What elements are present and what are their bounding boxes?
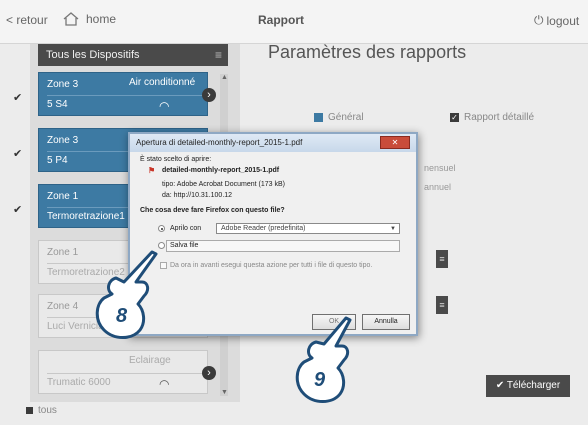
callout-hand-9: 9 bbox=[295, 316, 352, 403]
date-picker-button[interactable]: ≡ bbox=[436, 296, 448, 314]
dialog-title: Apertura di detailed-monthly-report_2015… bbox=[136, 138, 303, 147]
zone-name: Zone 4 bbox=[47, 301, 79, 312]
top-bar: < retour home Rapport ⏻ logout bbox=[0, 0, 588, 44]
menu-icon: ≡ bbox=[214, 48, 222, 62]
detail-label: Rapport détaillé bbox=[464, 112, 535, 123]
zone-device: Trumatic 6000 bbox=[47, 377, 111, 388]
power-icon: ⏻ bbox=[534, 13, 544, 27]
back-button[interactable]: < retour bbox=[6, 13, 48, 27]
check-icon: ✔ bbox=[13, 92, 23, 104]
device-selector[interactable]: Tous les Dispositifs ≡ bbox=[38, 44, 228, 66]
logout-label: logout bbox=[546, 13, 580, 28]
tous-label: tous bbox=[38, 405, 57, 416]
detail-checkbox[interactable]: ✓ bbox=[450, 113, 459, 122]
date-picker-button[interactable]: ≡ bbox=[436, 250, 448, 268]
home-button[interactable]: home bbox=[62, 11, 116, 27]
zone-name: Zone 1 bbox=[47, 191, 79, 202]
zone-category: Eclairage bbox=[129, 355, 171, 366]
zone-divider bbox=[47, 373, 207, 374]
check-icon: ✔ bbox=[13, 204, 23, 216]
scroll-down-icon[interactable]: ▼ bbox=[221, 389, 228, 396]
zone-device: 5 P4 bbox=[47, 155, 68, 166]
callout-hand-8: 8 bbox=[95, 250, 158, 339]
period-yearly[interactable]: annuel bbox=[424, 182, 451, 192]
zone-name: Zone 1 bbox=[47, 247, 79, 258]
close-icon[interactable]: ✕ bbox=[380, 136, 410, 149]
zone-device: 5 S4 bbox=[47, 99, 68, 110]
tous-toggle[interactable]: tous bbox=[26, 405, 57, 416]
home-label: home bbox=[86, 12, 117, 26]
open-with-label: Aprilo con bbox=[170, 225, 202, 232]
tous-checkbox[interactable] bbox=[26, 407, 33, 414]
general-label: Général bbox=[328, 112, 364, 123]
chevron-down-icon: ▼ bbox=[390, 226, 396, 232]
file-name: detailed-monthly-report_2015-1.pdf bbox=[162, 167, 280, 174]
device-selector-label: Tous les Dispositifs bbox=[46, 49, 140, 61]
file-type: tipo: Adobe Acrobat Document (173 kB) bbox=[162, 181, 285, 188]
cancel-button[interactable]: Annulla bbox=[362, 314, 410, 330]
open-with-select[interactable]: Adobe Reader (predefinita) ▼ bbox=[216, 223, 400, 234]
dialog-intro: È stato scelto di aprire: bbox=[140, 156, 212, 163]
callout-number-8: 8 bbox=[116, 305, 128, 327]
file-source: da: http://10.31.100.12 bbox=[162, 192, 233, 199]
zone-item[interactable]: Eclairage Trumatic 6000 ◠ bbox=[38, 350, 208, 394]
dialog-titlebar: Apertura di detailed-monthly-report_2015… bbox=[130, 134, 416, 152]
save-file-label: Salva file bbox=[170, 242, 199, 249]
general-radio[interactable] bbox=[314, 113, 323, 122]
wifi-icon: ◠ bbox=[159, 377, 170, 391]
period-monthly[interactable]: nensuel bbox=[424, 163, 456, 173]
callout-number-9: 9 bbox=[314, 369, 326, 391]
cancel-label: Annulla bbox=[374, 318, 398, 325]
logout-button[interactable]: ⏻ logout bbox=[534, 13, 579, 28]
open-with-radio[interactable] bbox=[158, 225, 165, 232]
check-icon: ✔ bbox=[495, 380, 505, 391]
detail-option[interactable]: ✓ Rapport détaillé bbox=[450, 112, 534, 123]
settings-title: Paramètres des rapports bbox=[268, 42, 467, 62]
chevron-right-icon[interactable]: › bbox=[202, 366, 216, 380]
zone-device: Termoretrazione1 bbox=[47, 211, 125, 222]
save-file-option[interactable] bbox=[166, 240, 400, 252]
dialog-question: Che cosa deve fare Firefox con questo fi… bbox=[140, 207, 285, 214]
download-button[interactable]: ✔ Télécharger bbox=[486, 375, 570, 397]
check-icon: ✔ bbox=[13, 148, 23, 160]
zone-divider bbox=[47, 95, 207, 96]
file-open-dialog: Apertura di detailed-monthly-report_2015… bbox=[128, 132, 418, 336]
zone-item[interactable]: ✔ Zone 3 Air conditionné 5 S4 ◠ bbox=[13, 72, 208, 116]
back-label: retour bbox=[16, 13, 48, 27]
wifi-icon: ◠ bbox=[159, 99, 170, 113]
zone-name: Zone 3 bbox=[47, 79, 79, 90]
open-with-value: Adobe Reader (predefinita) bbox=[221, 225, 306, 232]
general-option[interactable]: Général bbox=[314, 112, 364, 123]
page-title: Rapport bbox=[258, 13, 304, 27]
pdf-icon: ⚑ bbox=[148, 166, 156, 175]
scroll-up-icon[interactable]: ▲ bbox=[221, 74, 228, 81]
zone-category: Air conditionné bbox=[129, 77, 196, 88]
chevron-right-icon[interactable]: › bbox=[202, 88, 216, 102]
zone-name: Zone 3 bbox=[47, 135, 79, 146]
remember-label: Da ora in avanti esegui questa azione pe… bbox=[170, 262, 373, 269]
home-icon bbox=[63, 12, 79, 26]
download-label: Télécharger bbox=[506, 380, 561, 391]
